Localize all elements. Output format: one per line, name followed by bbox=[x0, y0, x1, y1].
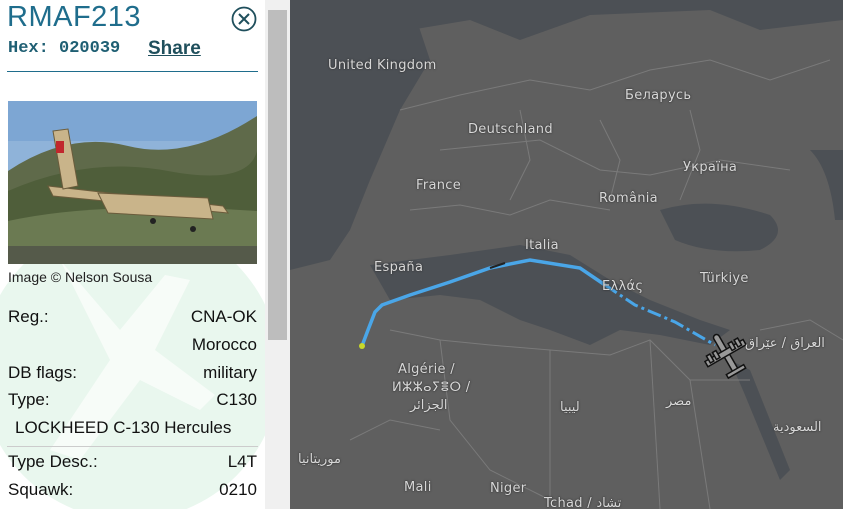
aircraft-info-panel: RMAF213 Hex: 020039 Share Image © Nelson… bbox=[0, 0, 265, 509]
map-label-france: France bbox=[416, 178, 462, 193]
aircraft-callsign: RMAF213 bbox=[7, 1, 142, 33]
map-label-mauritania: موريتانيا bbox=[298, 452, 341, 467]
map-label-algeria-arabic: الجزائر bbox=[410, 398, 448, 413]
map-label-germany: Deutschland bbox=[468, 122, 553, 137]
scrollbar-thumb[interactable] bbox=[268, 10, 287, 340]
divider bbox=[7, 446, 258, 447]
map-label-iraq: العراق / عێراق bbox=[745, 336, 825, 351]
map-label-egypt: مصر bbox=[666, 394, 692, 409]
map-label-niger: Niger bbox=[490, 481, 527, 496]
dbflags-value: military bbox=[203, 363, 257, 382]
dbflags-label: DB flags: bbox=[8, 363, 77, 382]
reg-value: CNA-OK bbox=[190, 307, 257, 326]
type-full-name: LOCKHEED C-130 Hercules bbox=[15, 418, 232, 437]
map-label-spain: España bbox=[374, 260, 424, 275]
reg-label: Reg.: bbox=[8, 307, 49, 326]
map-canvas[interactable] bbox=[290, 0, 843, 509]
map-label-turkey: Türkiye bbox=[700, 271, 749, 286]
map-label-ukraine: Україна bbox=[683, 160, 738, 175]
map-label-italy: Italia bbox=[525, 238, 559, 253]
map-label-chad: Tchad / تشاد bbox=[544, 496, 622, 509]
map-label-belarus: Беларусь bbox=[625, 88, 692, 103]
map-view[interactable]: United Kingdom Беларусь Deutschland Укра… bbox=[290, 0, 843, 509]
map-label-romania: România bbox=[599, 191, 658, 206]
map-label-algeria: Algérie / bbox=[398, 362, 455, 377]
country-value: Morocco bbox=[191, 335, 257, 354]
map-label-algeria-tifinagh: ⵍⵣⵣⴰⵢⴻⵔ / bbox=[392, 380, 471, 395]
hex-value: 020039 bbox=[59, 39, 121, 58]
typedesc-value: L4T bbox=[227, 452, 257, 471]
map-label-libya: ليبيا bbox=[560, 400, 580, 415]
share-link[interactable]: Share bbox=[148, 38, 201, 60]
squawk-label: Squawk: bbox=[8, 480, 74, 499]
type-value: C130 bbox=[216, 390, 257, 409]
typedesc-label: Type Desc.: bbox=[8, 452, 98, 471]
squawk-value: 0210 bbox=[219, 480, 257, 499]
map-label-greece: Ελλάς bbox=[602, 279, 644, 294]
aircraft-marker-icon[interactable] bbox=[702, 328, 750, 380]
hex-line: Hex: 020039 bbox=[8, 39, 120, 58]
aircraft-photo[interactable] bbox=[8, 101, 257, 264]
type-label: Type: bbox=[8, 390, 50, 409]
map-label-uk: United Kingdom bbox=[328, 58, 437, 73]
hex-label: Hex: bbox=[8, 39, 49, 58]
divider bbox=[7, 71, 258, 72]
map-label-saudi: السعودية bbox=[773, 420, 822, 435]
map-label-mali: Mali bbox=[404, 480, 432, 495]
photo-credit: Image © Nelson Sousa bbox=[8, 269, 153, 285]
close-icon[interactable] bbox=[231, 6, 257, 32]
